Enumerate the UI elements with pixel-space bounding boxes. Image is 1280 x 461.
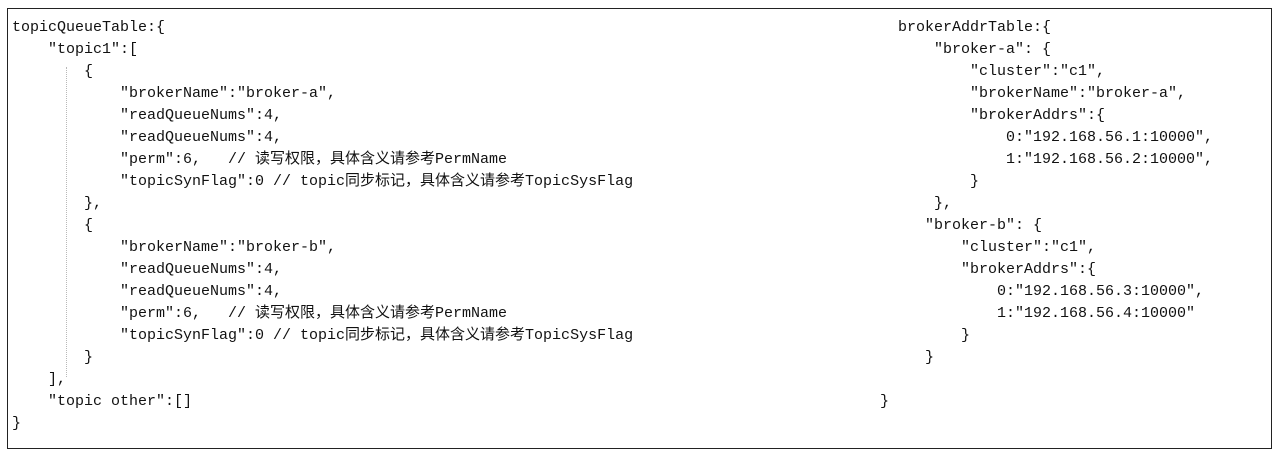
code-line: "brokerName":"broker-a",	[880, 85, 1187, 102]
code-line: "brokerName":"broker-b",	[12, 239, 337, 256]
code-line: "perm":6, // 读写权限，具体含义请参考PermName	[12, 305, 508, 322]
code-line: brokerAddrTable:{	[880, 19, 1052, 36]
code-line: "readQueueNums":4,	[12, 107, 283, 124]
code-line: }	[12, 415, 22, 432]
code-line: }	[880, 349, 935, 366]
code-line: "brokerAddrs":{	[880, 261, 1097, 278]
code-line: "broker-a": {	[880, 41, 1052, 58]
code-line: 0:"192.168.56.3:10000",	[880, 283, 1205, 300]
code-line: "topicSynFlag":0 // topic同步标记，具体含义请参考Top…	[12, 327, 634, 344]
code-line: "cluster":"c1",	[880, 239, 1097, 256]
code-line: }	[880, 393, 890, 410]
code-line: 0:"192.168.56.1:10000",	[880, 129, 1214, 146]
code-line: }	[880, 173, 980, 190]
code-line: }	[880, 327, 971, 344]
code-line: }	[12, 349, 94, 366]
code-line: "broker-b": {	[880, 217, 1043, 234]
code-line: "cluster":"c1",	[880, 63, 1106, 80]
code-line: "topicSynFlag":0 // topic同步标记，具体含义请参考Top…	[12, 173, 634, 190]
code-line: 1:"192.168.56.4:10000"	[880, 305, 1196, 322]
code-line: "perm":6, // 读写权限，具体含义请参考PermName	[12, 151, 508, 168]
code-line: },	[880, 195, 953, 212]
code-line: "readQueueNums":4,	[12, 283, 283, 300]
code-line: "topic1":[	[12, 41, 139, 58]
code-line: "brokerName":"broker-a",	[12, 85, 337, 102]
code-line: {	[12, 63, 94, 80]
code-figure-frame: topicQueueTable:{ "topic1":[ { "brokerNa…	[7, 8, 1272, 449]
code-line: "brokerAddrs":{	[880, 107, 1106, 124]
code-line: ],	[12, 371, 67, 388]
code-line: topicQueueTable:{	[12, 19, 166, 36]
code-line: },	[12, 195, 103, 212]
code-line: {	[12, 217, 94, 234]
code-line: "readQueueNums":4,	[12, 129, 283, 146]
code-line: "readQueueNums":4,	[12, 261, 283, 278]
code-line: 1:"192.168.56.2:10000",	[880, 151, 1214, 168]
code-line: "topic other":[]	[12, 393, 193, 410]
